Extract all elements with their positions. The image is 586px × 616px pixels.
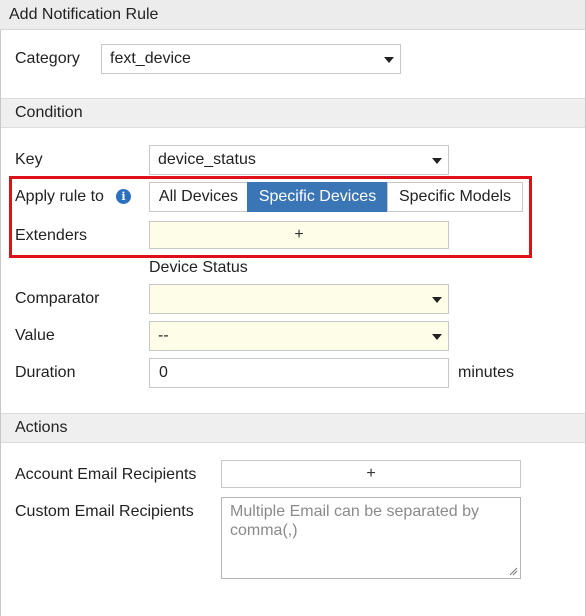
value-select[interactable]: -- [149,321,449,351]
extenders-add-button[interactable]: + [149,221,449,249]
category-value: fext_device [110,50,191,67]
key-value: device_status [158,151,256,168]
duration-input[interactable]: 0 [149,358,449,388]
category-label: Category [15,50,80,67]
account-email-label: Account Email Recipients [15,466,197,483]
key-label: Key [15,151,43,168]
custom-email-textarea[interactable]: Multiple Email can be separated by comma… [221,497,521,579]
chevron-down-icon [432,334,442,340]
apply-rule-specific-models[interactable]: Specific Models [387,182,523,212]
chevron-down-icon [384,57,394,63]
duration-value: 0 [159,364,168,381]
resize-grip-icon[interactable] [509,567,518,576]
key-select[interactable]: device_status [149,145,449,175]
condition-section-header: Condition [1,98,585,128]
extenders-label: Extenders [15,227,88,244]
actions-section-title: Actions [15,419,68,436]
comparator-label: Comparator [15,290,100,307]
device-status-heading: Device Status [149,259,248,276]
dialog-titlebar: Add Notification Rule [0,0,586,30]
apply-rule-specific-devices[interactable]: Specific Devices [247,182,388,212]
apply-rule-all-devices[interactable]: All Devices [149,182,248,212]
actions-section-header: Actions [1,413,585,443]
value-value: -- [158,327,169,344]
chevron-down-icon [432,297,442,303]
category-select[interactable]: fext_device [101,44,401,74]
value-label: Value [15,327,55,344]
custom-email-placeholder: Multiple Email can be separated by comma… [230,503,480,539]
account-email-add-button[interactable]: + [221,460,521,488]
duration-unit: minutes [458,364,515,381]
dialog-title: Add Notification Rule [9,6,159,23]
custom-email-label: Custom Email Recipients [15,503,194,520]
chevron-down-icon [432,158,442,164]
comparator-select[interactable] [149,284,449,314]
apply-rule-label: Apply rule to [15,188,104,205]
condition-section-title: Condition [15,104,83,121]
info-icon[interactable]: i [116,189,131,204]
duration-label: Duration [15,364,76,381]
